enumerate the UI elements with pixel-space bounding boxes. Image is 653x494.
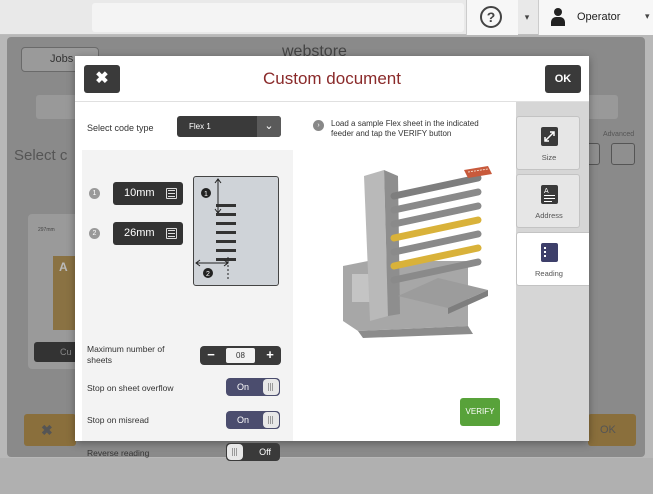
tab-address-label: Address: [535, 211, 563, 220]
sheet-mark-diagram: 1 2: [193, 176, 279, 286]
overflow-state: On: [237, 382, 250, 392]
measure2-value: 26mm: [124, 227, 155, 239]
user-chevron-down-icon: ▾: [645, 11, 650, 21]
dialog-title: Custom document: [263, 69, 401, 88]
custom-document-dialog: Custom document ✖ OK Select code type Fl…: [75, 56, 589, 461]
measure2-number-badge: 2: [89, 228, 100, 239]
reverse-label: Reverse reading: [87, 448, 150, 458]
help-button[interactable]: ?: [466, 0, 518, 35]
bg-card-dims: 297mm: [38, 227, 55, 233]
barcode-document-icon: [541, 243, 558, 262]
reverse-state: Off: [259, 447, 271, 457]
toggle-knob: [263, 412, 279, 428]
max-sheets-stepper: − 08 +: [200, 346, 281, 365]
bg-document-card: 297mm A Cu: [28, 214, 80, 369]
tab-strip: Size A Address Reading: [516, 102, 589, 441]
close-button[interactable]: ✖: [84, 65, 120, 93]
bg-card-button: Cu: [34, 342, 80, 362]
tab-size-label: Size: [541, 153, 557, 162]
instruction-text: Load a sample Flex sheet in the indicate…: [331, 119, 479, 138]
bg-cancel-button: ✖: [24, 414, 76, 446]
mark-diagram-icon: 1 2: [195, 178, 236, 281]
dialog-header: Custom document ✖ OK: [75, 56, 589, 102]
bottom-strip: [0, 458, 653, 494]
overflow-label: Stop on sheet overflow: [87, 383, 174, 393]
top-bar: ? ▾ Operator ▾: [0, 0, 653, 35]
bg-ok-button: OK: [588, 414, 636, 446]
info-arrow-icon: ›: [313, 120, 324, 131]
code-type-label: Select code type: [87, 123, 154, 133]
svg-text:1: 1: [204, 191, 208, 198]
top-bar-field: [92, 3, 464, 32]
code-type-value: Flex 1: [189, 122, 211, 131]
measure1-number-badge: 1: [89, 188, 100, 199]
address-document-icon: A: [541, 185, 558, 204]
max-sheets-value[interactable]: 08: [226, 348, 255, 363]
code-type-select[interactable]: Flex 1 ⌄: [177, 116, 281, 137]
svg-text:A: A: [544, 188, 549, 195]
decrement-button[interactable]: −: [200, 346, 222, 365]
overflow-toggle[interactable]: On: [226, 378, 280, 396]
measure1-field[interactable]: 10mm: [113, 182, 183, 205]
toggle-knob: [263, 379, 279, 395]
tab-reading-label: Reading: [535, 269, 563, 278]
ok-button[interactable]: OK: [545, 65, 581, 93]
svg-text:2: 2: [206, 271, 210, 278]
help-dropdown-chevron-icon[interactable]: ▾: [518, 0, 536, 35]
measure2-field[interactable]: 26mm: [113, 222, 183, 245]
misread-state: On: [237, 415, 250, 425]
tab-size[interactable]: Size: [516, 116, 580, 170]
help-icon: ?: [480, 6, 502, 28]
user-label: Operator: [577, 11, 621, 23]
bg-select-label: Select c: [14, 147, 68, 164]
measure1-value: 10mm: [124, 187, 155, 199]
misread-label: Stop on misread: [87, 415, 149, 425]
tab-reading[interactable]: Reading: [516, 232, 589, 286]
chevron-down-icon: ⌄: [257, 116, 281, 137]
misread-toggle[interactable]: On: [226, 411, 280, 429]
max-sheets-label: Maximum number of sheets: [87, 344, 165, 365]
reverse-toggle[interactable]: Off: [226, 443, 280, 461]
resize-arrows-icon: [541, 127, 558, 146]
settings-panel: Select code type Flex 1 ⌄ 1 10mm 2 26mm …: [75, 102, 293, 461]
bg-jobs-label: Jobs: [50, 53, 74, 65]
bg-gear-icon: [611, 143, 635, 165]
feeder-machine-illustration: [343, 166, 492, 338]
keyboard-icon: [166, 188, 177, 199]
keyboard-icon: [166, 228, 177, 239]
verify-button[interactable]: VERIFY: [460, 398, 500, 426]
tab-address[interactable]: A Address: [516, 174, 580, 228]
toggle-knob: [227, 444, 243, 460]
user-menu[interactable]: Operator ▾: [538, 0, 653, 35]
person-icon: [551, 8, 565, 26]
increment-button[interactable]: +: [259, 346, 281, 365]
bg-advanced-label: Advanced: [603, 131, 635, 138]
